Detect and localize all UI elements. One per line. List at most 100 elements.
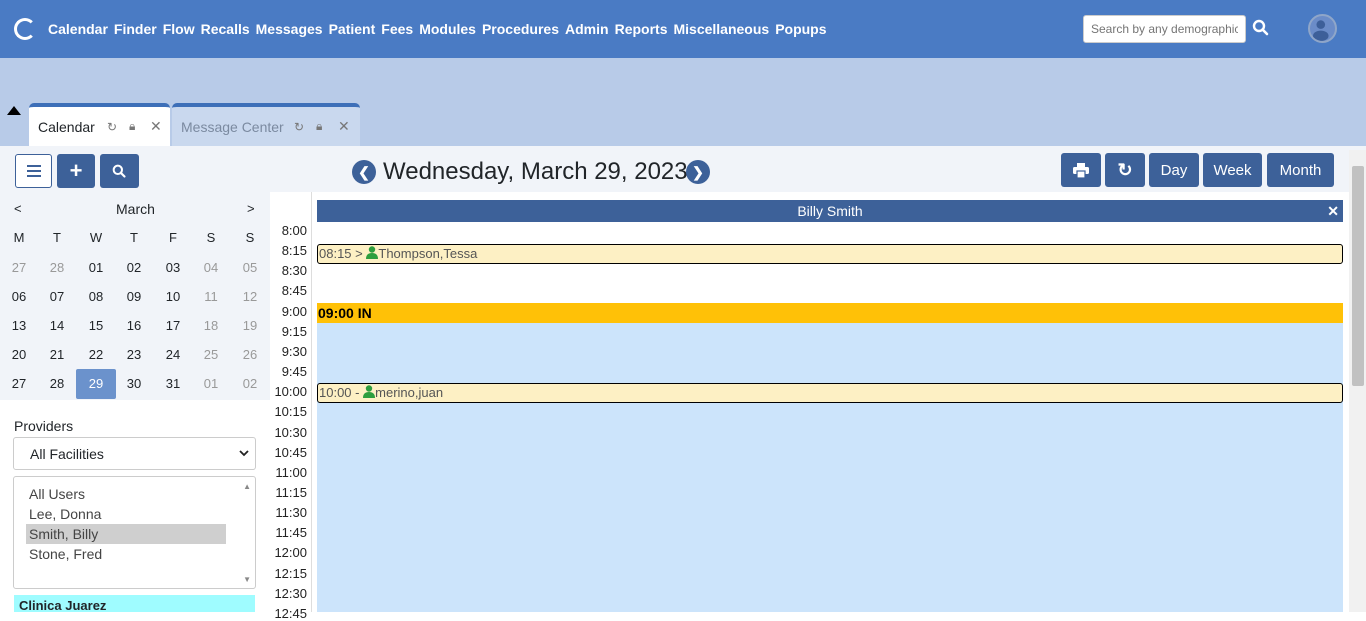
top-navbar: Calendar Finder Flow Recalls Messages Pa… (0, 0, 1366, 58)
patient-search-input[interactable] (1083, 15, 1246, 43)
time-slot-label: 12:00 (274, 545, 307, 561)
menu-flow[interactable]: Flow (163, 21, 195, 37)
prev-day-button[interactable]: ❮ (352, 160, 376, 184)
user-avatar-icon[interactable] (1308, 14, 1337, 43)
calendar-date[interactable]: 06 (0, 289, 38, 304)
refresh-icon[interactable]: ↻ (107, 120, 117, 134)
calendar-date[interactable]: 02 (115, 260, 153, 275)
menu-calendar[interactable]: Calendar (48, 21, 108, 37)
calendar-date[interactable]: 14 (38, 318, 76, 333)
hamburger-icon (26, 165, 41, 177)
time-slot-label: 12:30 (274, 585, 307, 601)
week-view-button[interactable]: Week (1203, 153, 1262, 187)
calendar-date[interactable]: 01 (192, 376, 230, 391)
close-icon[interactable]: ✕ (1327, 200, 1339, 222)
calendar-date[interactable]: 18 (192, 318, 230, 333)
calendar-date[interactable]: 04 (192, 260, 230, 275)
calendar-date[interactable]: 27 (0, 260, 38, 275)
menu-admin[interactable]: Admin (565, 21, 609, 37)
tab-calendar[interactable]: Calendar ↻ 🔒︎ ✕ (29, 103, 170, 146)
chevron-down-icon (239, 450, 249, 457)
patient-icon (363, 385, 376, 398)
tab-message-center[interactable]: Message Center ↻ 🔒︎ ✕ (172, 103, 360, 146)
menu-modules[interactable]: Modules (419, 21, 476, 37)
provider-item[interactable]: All Users (26, 484, 226, 504)
provider-item-selected[interactable]: Smith, Billy (26, 524, 226, 544)
time-slot-label: 9:30 (281, 343, 307, 359)
mini-calendar-next[interactable]: > (247, 201, 255, 216)
calendar-date[interactable]: 17 (154, 318, 192, 333)
calendar-date[interactable]: 20 (0, 347, 38, 362)
facility-select[interactable]: All Facilities (13, 437, 256, 470)
appointment-status: - (355, 385, 360, 400)
calendar-date[interactable]: 23 (115, 347, 153, 362)
current-date-title: Wednesday, March 29, 2023 (383, 158, 688, 185)
calendar-date[interactable]: 07 (38, 289, 76, 304)
lock-icon[interactable]: 🔒︎ (129, 119, 135, 134)
calendar-date[interactable]: 30 (115, 376, 153, 391)
calendar-date[interactable]: 25 (192, 347, 230, 362)
calendar-date[interactable]: 16 (115, 318, 153, 333)
appointment[interactable]: 08:15 > Thompson,Tessa (317, 244, 1343, 264)
calendar-date[interactable]: 12 (231, 289, 269, 304)
search-icon[interactable] (1252, 19, 1270, 37)
menu-patient[interactable]: Patient (329, 21, 376, 37)
calendar-date[interactable]: 21 (38, 347, 76, 362)
collapse-up-icon[interactable] (7, 106, 21, 115)
menu-messages[interactable]: Messages (256, 21, 323, 37)
menu-recalls[interactable]: Recalls (201, 21, 250, 37)
search-appointments-button[interactable] (100, 154, 139, 188)
calendar-date[interactable]: 09 (115, 289, 153, 304)
print-button[interactable] (1061, 153, 1101, 187)
appointment[interactable]: 10:00 - merino,juan (317, 383, 1343, 403)
calendar-date[interactable]: 15 (77, 318, 115, 333)
scroll-down-icon[interactable]: ▼ (243, 575, 251, 584)
close-icon[interactable]: ✕ (338, 118, 350, 135)
menu-reports[interactable]: Reports (615, 21, 668, 37)
day-view-button[interactable]: Day (1149, 153, 1199, 187)
provider-item[interactable]: Stone, Fred (26, 544, 226, 564)
calendar-date[interactable]: 27 (0, 376, 38, 391)
weekday-header: M (13, 230, 25, 245)
refresh-button[interactable]: ↻ (1105, 153, 1145, 187)
calendar-date[interactable]: 08 (77, 289, 115, 304)
calendar-date[interactable]: 11 (192, 289, 230, 304)
calendar-date[interactable]: 31 (154, 376, 192, 391)
calendar-date[interactable]: 22 (77, 347, 115, 362)
calendar-date[interactable]: 01 (77, 260, 115, 275)
calendar-date[interactable]: 19 (231, 318, 269, 333)
calendar-date[interactable]: 05 (231, 260, 269, 275)
hamburger-menu-button[interactable] (15, 154, 52, 188)
menu-popups[interactable]: Popups (775, 21, 826, 37)
add-appointment-button[interactable]: + (57, 154, 95, 188)
calendar-date[interactable]: 02 (231, 376, 269, 391)
scroll-up-icon[interactable]: ▲ (243, 482, 251, 491)
menu-miscellaneous[interactable]: Miscellaneous (673, 21, 769, 37)
app-logo-icon[interactable] (14, 18, 36, 40)
calendar-date-selected[interactable]: 29 (76, 369, 116, 399)
mini-calendar-month: March (116, 201, 155, 217)
time-slot-label: 9:15 (281, 323, 307, 339)
next-day-button[interactable]: ❯ (686, 160, 710, 184)
calendar-date[interactable]: 26 (231, 347, 269, 362)
mini-calendar-prev[interactable]: < (14, 201, 22, 216)
menu-procedures[interactable]: Procedures (482, 21, 559, 37)
appointment-patient[interactable]: Thompson,Tessa (378, 246, 477, 261)
menu-fees[interactable]: Fees (381, 21, 413, 37)
calendar-date[interactable]: 03 (154, 260, 192, 275)
provider-list[interactable]: All Users Lee, Donna Smith, Billy Stone,… (13, 476, 256, 589)
calendar-date[interactable]: 13 (0, 318, 38, 333)
lock-icon[interactable]: 🔒︎ (316, 119, 322, 134)
calendar-date[interactable]: 10 (154, 289, 192, 304)
close-icon[interactable]: ✕ (150, 118, 162, 135)
calendar-date[interactable]: 24 (154, 347, 192, 362)
refresh-icon[interactable]: ↻ (294, 120, 304, 134)
appointment-patient[interactable]: merino,juan (375, 385, 443, 400)
calendar-date[interactable]: 28 (38, 260, 76, 275)
month-view-button[interactable]: Month (1267, 153, 1334, 187)
calendar-date[interactable]: 28 (38, 376, 76, 391)
menu-finder[interactable]: Finder (114, 21, 157, 37)
page-scrollbar-thumb[interactable] (1352, 166, 1364, 386)
provider-item[interactable]: Lee, Donna (26, 504, 226, 524)
time-slot-label: 11:45 (275, 525, 307, 541)
